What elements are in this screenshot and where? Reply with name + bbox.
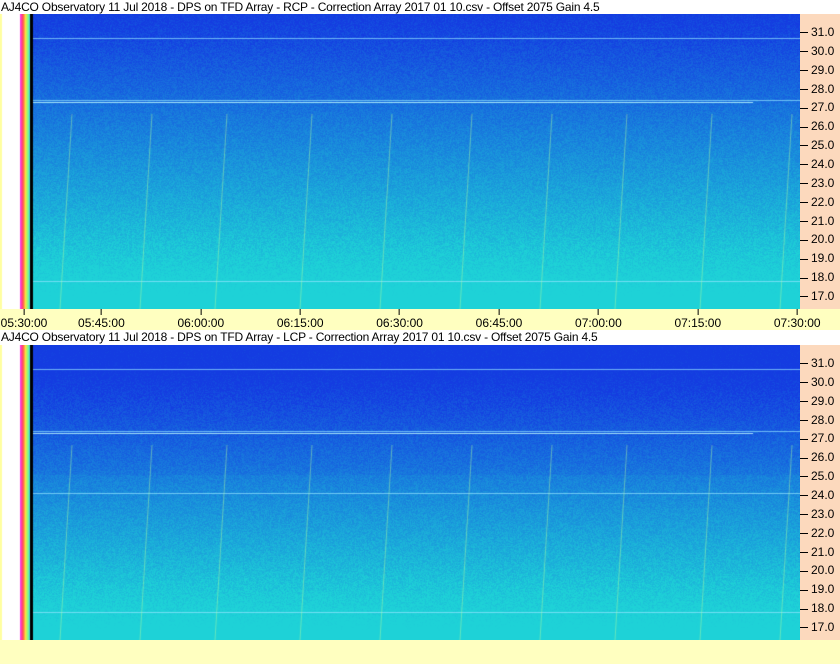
x-tick-label: 06:15:00 bbox=[277, 309, 324, 330]
y-tick-label: 20.0 bbox=[800, 233, 834, 245]
x-tick-label: 07:00:00 bbox=[575, 309, 622, 330]
y-tick-label: 20.0 bbox=[800, 564, 834, 576]
y-tick-label: 26.0 bbox=[800, 451, 834, 463]
y-tick-label: 21.0 bbox=[800, 546, 834, 558]
y-tick-label: 28.0 bbox=[800, 414, 834, 426]
x-tick-label: 06:45:00 bbox=[476, 309, 522, 330]
y-tick-label: 24.0 bbox=[800, 158, 834, 170]
rcp-spectrogram[interactable] bbox=[0, 14, 800, 309]
y-tick-label: 31.0 bbox=[800, 357, 834, 369]
time-axis: 05:30:00 05:45:00 06:00:00 06:15:00 06:30:00… bbox=[0, 309, 840, 330]
y-tick-label: 17.0 bbox=[800, 621, 834, 633]
top-panel-title: AJ4CO Observatory 11 Jul 2018 - DPS on T… bbox=[0, 0, 801, 14]
y-tick-label: 19.0 bbox=[800, 583, 834, 595]
y-tick-label: 23.0 bbox=[800, 177, 834, 189]
y-tick-label: 28.0 bbox=[800, 83, 834, 95]
x-tick-label: 07:15:00 bbox=[674, 309, 721, 330]
y-tick-label: 24.0 bbox=[800, 489, 834, 501]
y-tick-label: 23.0 bbox=[800, 508, 834, 520]
y-tick-label: 25.0 bbox=[800, 139, 834, 151]
y-tick-label: 18.0 bbox=[800, 271, 834, 283]
y-tick-label: 29.0 bbox=[800, 64, 834, 76]
y-tick-label: 26.0 bbox=[800, 120, 834, 132]
y-tick-label: 22.0 bbox=[800, 196, 834, 208]
x-tick-label: 05:45:00 bbox=[78, 309, 125, 330]
y-tick-label: 21.0 bbox=[800, 215, 834, 227]
y-tick-label: 29.0 bbox=[800, 395, 834, 407]
y-tick-label: 30.0 bbox=[800, 45, 834, 57]
x-tick-label: 06:30:00 bbox=[376, 309, 423, 330]
x-tick-label: 05:30:00 bbox=[1, 309, 47, 330]
y-tick-label: 17.0 bbox=[800, 290, 834, 302]
bottom-panel-title: AJ4CO Observatory 11 Jul 2018 - DPS on T… bbox=[0, 330, 801, 344]
rcp-frequency-axis: 31.0 30.0 29.0 28.0 27.0 26.0 25.0 24.0 23.0 22.0… bbox=[800, 14, 840, 309]
y-tick-label: 30.0 bbox=[800, 376, 834, 388]
y-tick-label: 19.0 bbox=[800, 252, 834, 264]
x-tick-label: 06:00:00 bbox=[177, 309, 224, 330]
x-tick-label: 07:30:00 bbox=[774, 309, 821, 330]
y-tick-label: 31.0 bbox=[800, 26, 834, 38]
y-tick-label: 27.0 bbox=[800, 432, 834, 444]
y-tick-label: 25.0 bbox=[800, 470, 834, 482]
y-tick-label: 18.0 bbox=[800, 602, 834, 614]
y-tick-label: 27.0 bbox=[800, 101, 834, 113]
lcp-spectrogram[interactable] bbox=[0, 345, 800, 640]
y-tick-label: 22.0 bbox=[800, 527, 834, 539]
lcp-frequency-axis: 31.0 30.0 29.0 28.0 27.0 26.0 25.0 24.0 23.0 22.0… bbox=[800, 345, 840, 640]
bottom-status-strip bbox=[0, 640, 840, 664]
